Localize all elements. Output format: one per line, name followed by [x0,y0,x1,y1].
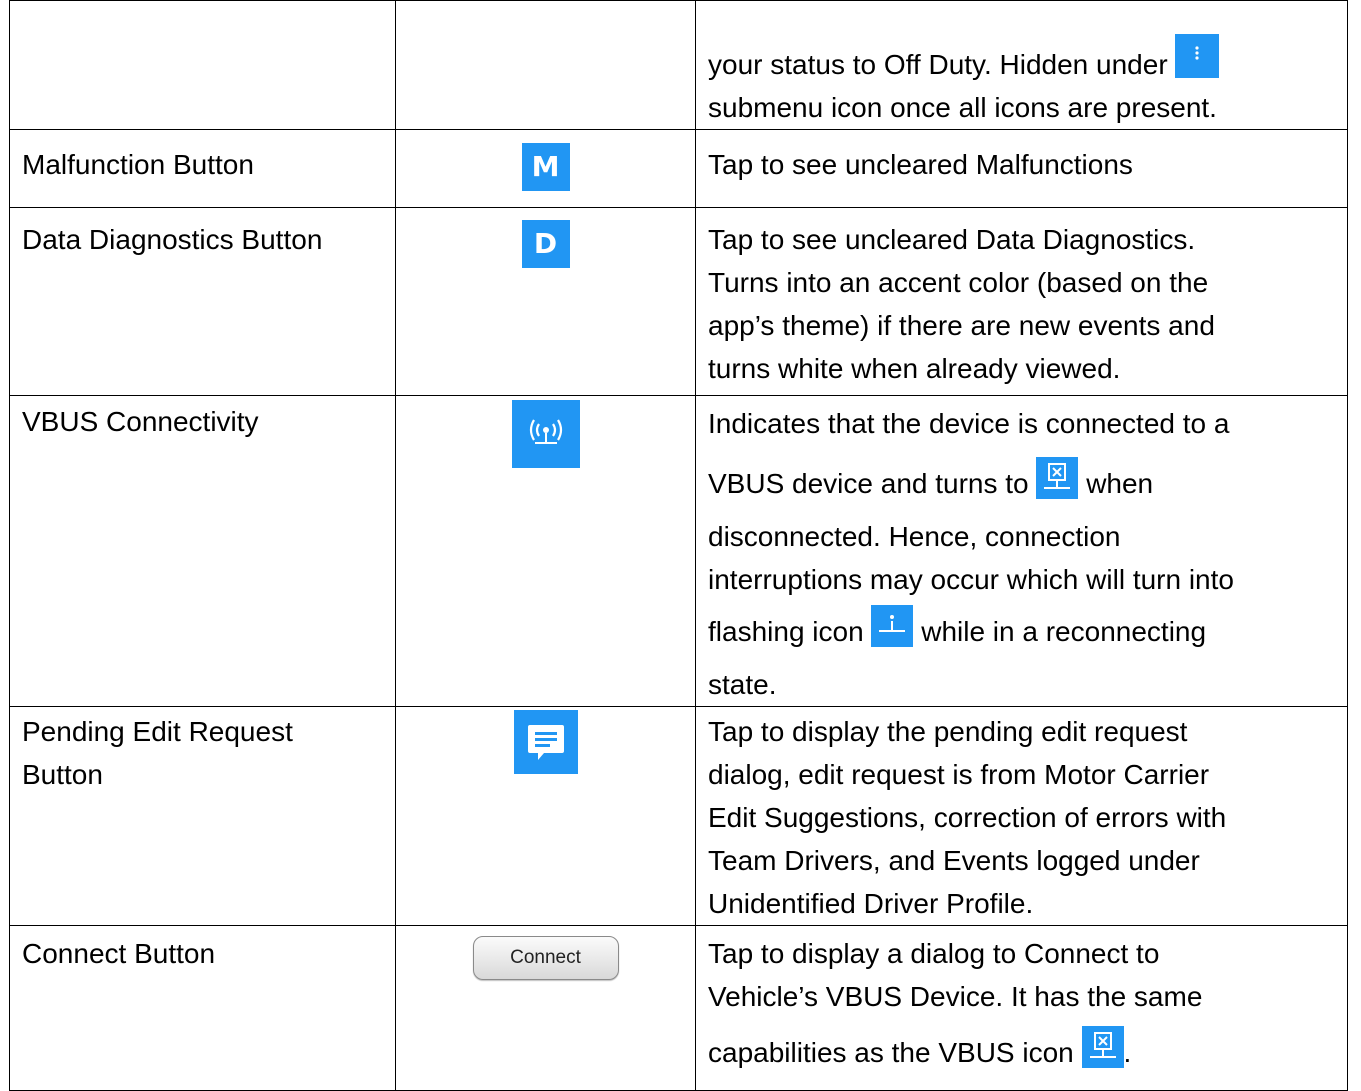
row-description-cell: Tap to see uncleared Malfunctions [695,129,1348,208]
row-name-cell: Data Diagnostics Button [9,207,396,396]
row-description-cell: Indicates that the device is connected t… [695,395,1348,707]
description-text: when [1086,468,1154,499]
row-name-cell [9,0,396,130]
malfunction-m-icon[interactable]: M [521,143,570,191]
row-name-cell: Connect Button [9,925,396,1091]
description-text: flashing icon [708,616,864,647]
description-text: Tap to see uncleared Malfunctions [708,149,1133,180]
row-icon-cell: D [395,207,696,396]
table-row: Connect Button Connect Tap to display a … [9,925,1348,1091]
description-text: VBUS device and turns to [708,468,1029,499]
table-row: Data Diagnostics Button D Tap to see unc… [9,207,1348,396]
row-description-cell: Tap to display a dialog to Connect to Ve… [695,925,1348,1091]
description-text: submenu icon once all icons are present. [708,92,1217,123]
table-row: Malfunction Button M Tap to see uncleare… [9,129,1348,208]
description-text: state. [708,669,777,700]
description-text: . [1123,1037,1132,1068]
row-name-cell: VBUS Connectivity [9,395,396,707]
description-text: interruptions may occur which will turn … [708,564,1234,595]
row-icon-cell: Connect [395,925,696,1091]
row-name-text: Button [22,759,103,790]
icon-reference-table: your status to Off Duty. Hidden under su… [9,0,1348,1091]
description-text: Tap to display a dialog to Connect to [708,938,1160,969]
description-text: turns white when already viewed. [708,353,1121,384]
description-text: app’s theme) if there are new events and [708,310,1215,341]
description-text: capabilities as the VBUS icon [708,1037,1074,1068]
vbus-connected-icon[interactable] [511,400,580,468]
row-description-cell: Tap to see uncleared Data Diagnostics. T… [695,207,1348,396]
description-text: while in a reconnecting [921,616,1207,647]
row-name-text: Pending Edit Request [22,716,293,747]
row-description-cell: your status to Off Duty. Hidden under su… [695,0,1348,130]
description-text: Turns into an accent color (based on the [708,267,1209,298]
vbus-disconnected-icon [1081,1026,1124,1068]
connect-button[interactable]: Connect [472,936,619,980]
description-text: Indicates that the device is connected t… [708,408,1230,439]
description-text: Vehicle’s VBUS Device. It has the same [708,981,1203,1012]
row-name-cell: Malfunction Button [9,129,396,208]
row-icon-cell [395,395,696,707]
vbus-reconnecting-icon [871,605,914,647]
description-text: disconnected. Hence, connection [708,521,1121,552]
description-text: your status to Off Duty. Hidden under [708,49,1168,80]
table-row: your status to Off Duty. Hidden under su… [9,0,1348,130]
kebab-menu-icon [1175,34,1220,78]
description-text: Team Drivers, and Events logged under [708,845,1200,876]
row-description-cell: Tap to display the pending edit request … [695,706,1348,926]
description-text: Unidentified Driver Profile. [708,888,1034,919]
data-diagnostics-d-icon[interactable]: D [521,220,570,268]
description-text: Tap to display the pending edit request [708,716,1188,747]
description-text: Edit Suggestions, correction of errors w… [708,802,1227,833]
table-row: Pending Edit Request Button Tap to displ… [9,706,1348,926]
row-name-cell: Pending Edit Request Button [9,706,396,926]
vbus-disconnected-icon [1036,457,1079,499]
row-icon-cell: M [395,129,696,208]
description-text: Tap to see uncleared Data Diagnostics. [708,224,1196,255]
edit-request-icon[interactable] [513,710,578,774]
table-row: VBUS Connectivity Indicates that the dev… [9,395,1348,707]
row-icon-cell [395,706,696,926]
row-icon-cell [395,0,696,130]
description-text: dialog, edit request is from Motor Carri… [708,759,1210,790]
